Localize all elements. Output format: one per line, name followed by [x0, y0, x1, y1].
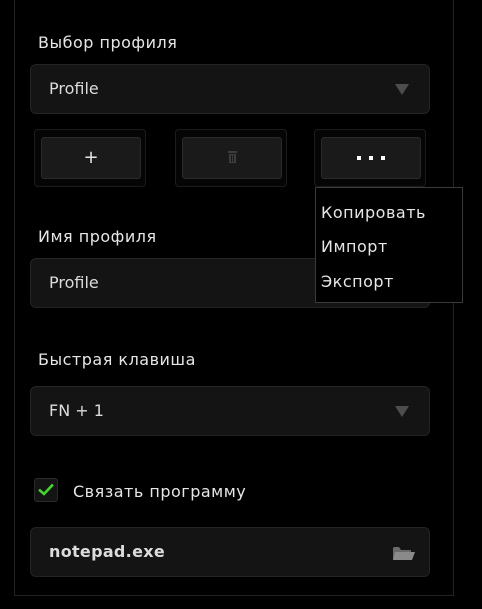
- link-program-checkbox[interactable]: [34, 478, 58, 502]
- profile-name-label: Имя профиля: [38, 227, 157, 246]
- add-profile-button-frame: +: [34, 129, 146, 187]
- profile-select-dropdown[interactable]: Profile: [30, 64, 430, 114]
- triangle-down-icon: [395, 406, 409, 417]
- ellipsis-icon: [322, 156, 420, 162]
- plus-icon: +: [83, 147, 99, 168]
- profile-name-value: Profile: [49, 273, 99, 292]
- profile-select-value: Profile: [49, 79, 99, 98]
- hotkey-dropdown[interactable]: FN + 1: [30, 386, 430, 436]
- triangle-down-icon: [395, 84, 409, 95]
- program-path-field[interactable]: notepad.exe: [30, 527, 430, 577]
- hotkey-label: Быстрая клавиша: [38, 350, 196, 369]
- delete-profile-button-frame: [175, 129, 287, 187]
- folder-icon[interactable]: [393, 546, 415, 561]
- delete-profile-button[interactable]: [182, 137, 282, 179]
- link-program-label: Связать программу: [73, 482, 247, 501]
- menu-item-copy[interactable]: Копировать: [321, 203, 426, 222]
- more-options-button-frame: [314, 129, 426, 187]
- more-options-menu: Копировать Импорт Экспорт: [315, 187, 463, 303]
- hotkey-value: FN + 1: [49, 401, 104, 420]
- menu-item-import[interactable]: Импорт: [321, 237, 388, 256]
- profile-select-label: Выбор профиля: [38, 33, 178, 52]
- trash-icon: [228, 151, 237, 163]
- more-options-button[interactable]: [321, 137, 421, 179]
- checkmark-icon: [38, 483, 54, 496]
- add-profile-button[interactable]: +: [41, 137, 141, 179]
- program-path-value: notepad.exe: [49, 542, 165, 561]
- menu-item-export[interactable]: Экспорт: [321, 272, 394, 291]
